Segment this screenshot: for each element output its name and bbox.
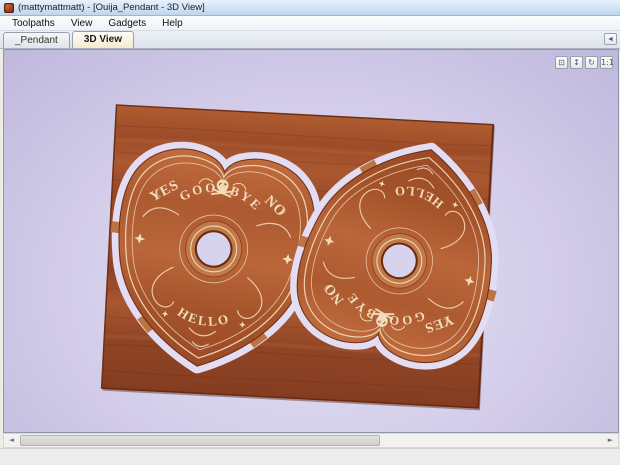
status-bar <box>0 448 620 465</box>
rotate-view-icon[interactable]: ↻ <box>585 56 598 69</box>
toolbar-overflow-chevron-icon[interactable]: ◄ <box>604 33 617 45</box>
app-window: (mattymattmatt) - [Ouija_Pendant - 3D Vi… <box>0 0 620 465</box>
horizontal-scrollbar[interactable]: ◄ ► <box>3 433 619 448</box>
menu-bar: Toolpaths View Gadgets Help <box>0 16 620 31</box>
scroll-left-icon[interactable]: ◄ <box>4 434 19 447</box>
menu-gadgets[interactable]: Gadgets <box>100 17 154 30</box>
view-toolbar: ⊡ ↕ ↻ 1:1 <box>555 56 614 69</box>
scrollbar-thumb[interactable] <box>20 435 380 446</box>
menu-view[interactable]: View <box>63 17 101 30</box>
zoom-extents-icon[interactable]: ⊡ <box>555 56 568 69</box>
menu-toolpaths[interactable]: Toolpaths <box>4 17 63 30</box>
three-d-viewport[interactable]: ☾ ☾ YES NO GOODBYE HELLO <box>3 49 619 433</box>
pan-view-icon[interactable]: ↕ <box>570 56 583 69</box>
scroll-right-icon[interactable]: ► <box>603 434 618 447</box>
tab-document-pendant[interactable]: _Pendant <box>3 32 70 48</box>
menu-help[interactable]: Help <box>154 17 191 30</box>
tab-3d-view[interactable]: 3D View <box>71 31 134 48</box>
zoom-1to1-icon[interactable]: 1:1 <box>600 56 614 69</box>
window-title: (mattymattmatt) - [Ouija_Pendant - 3D Vi… <box>18 2 205 13</box>
tab-bar: _Pendant 3D View ◄ <box>0 31 620 49</box>
three-d-render: ☾ ☾ YES NO GOODBYE HELLO <box>4 104 618 411</box>
title-bar: (mattymattmatt) - [Ouija_Pendant - 3D Vi… <box>0 0 620 16</box>
app-icon <box>4 2 14 13</box>
